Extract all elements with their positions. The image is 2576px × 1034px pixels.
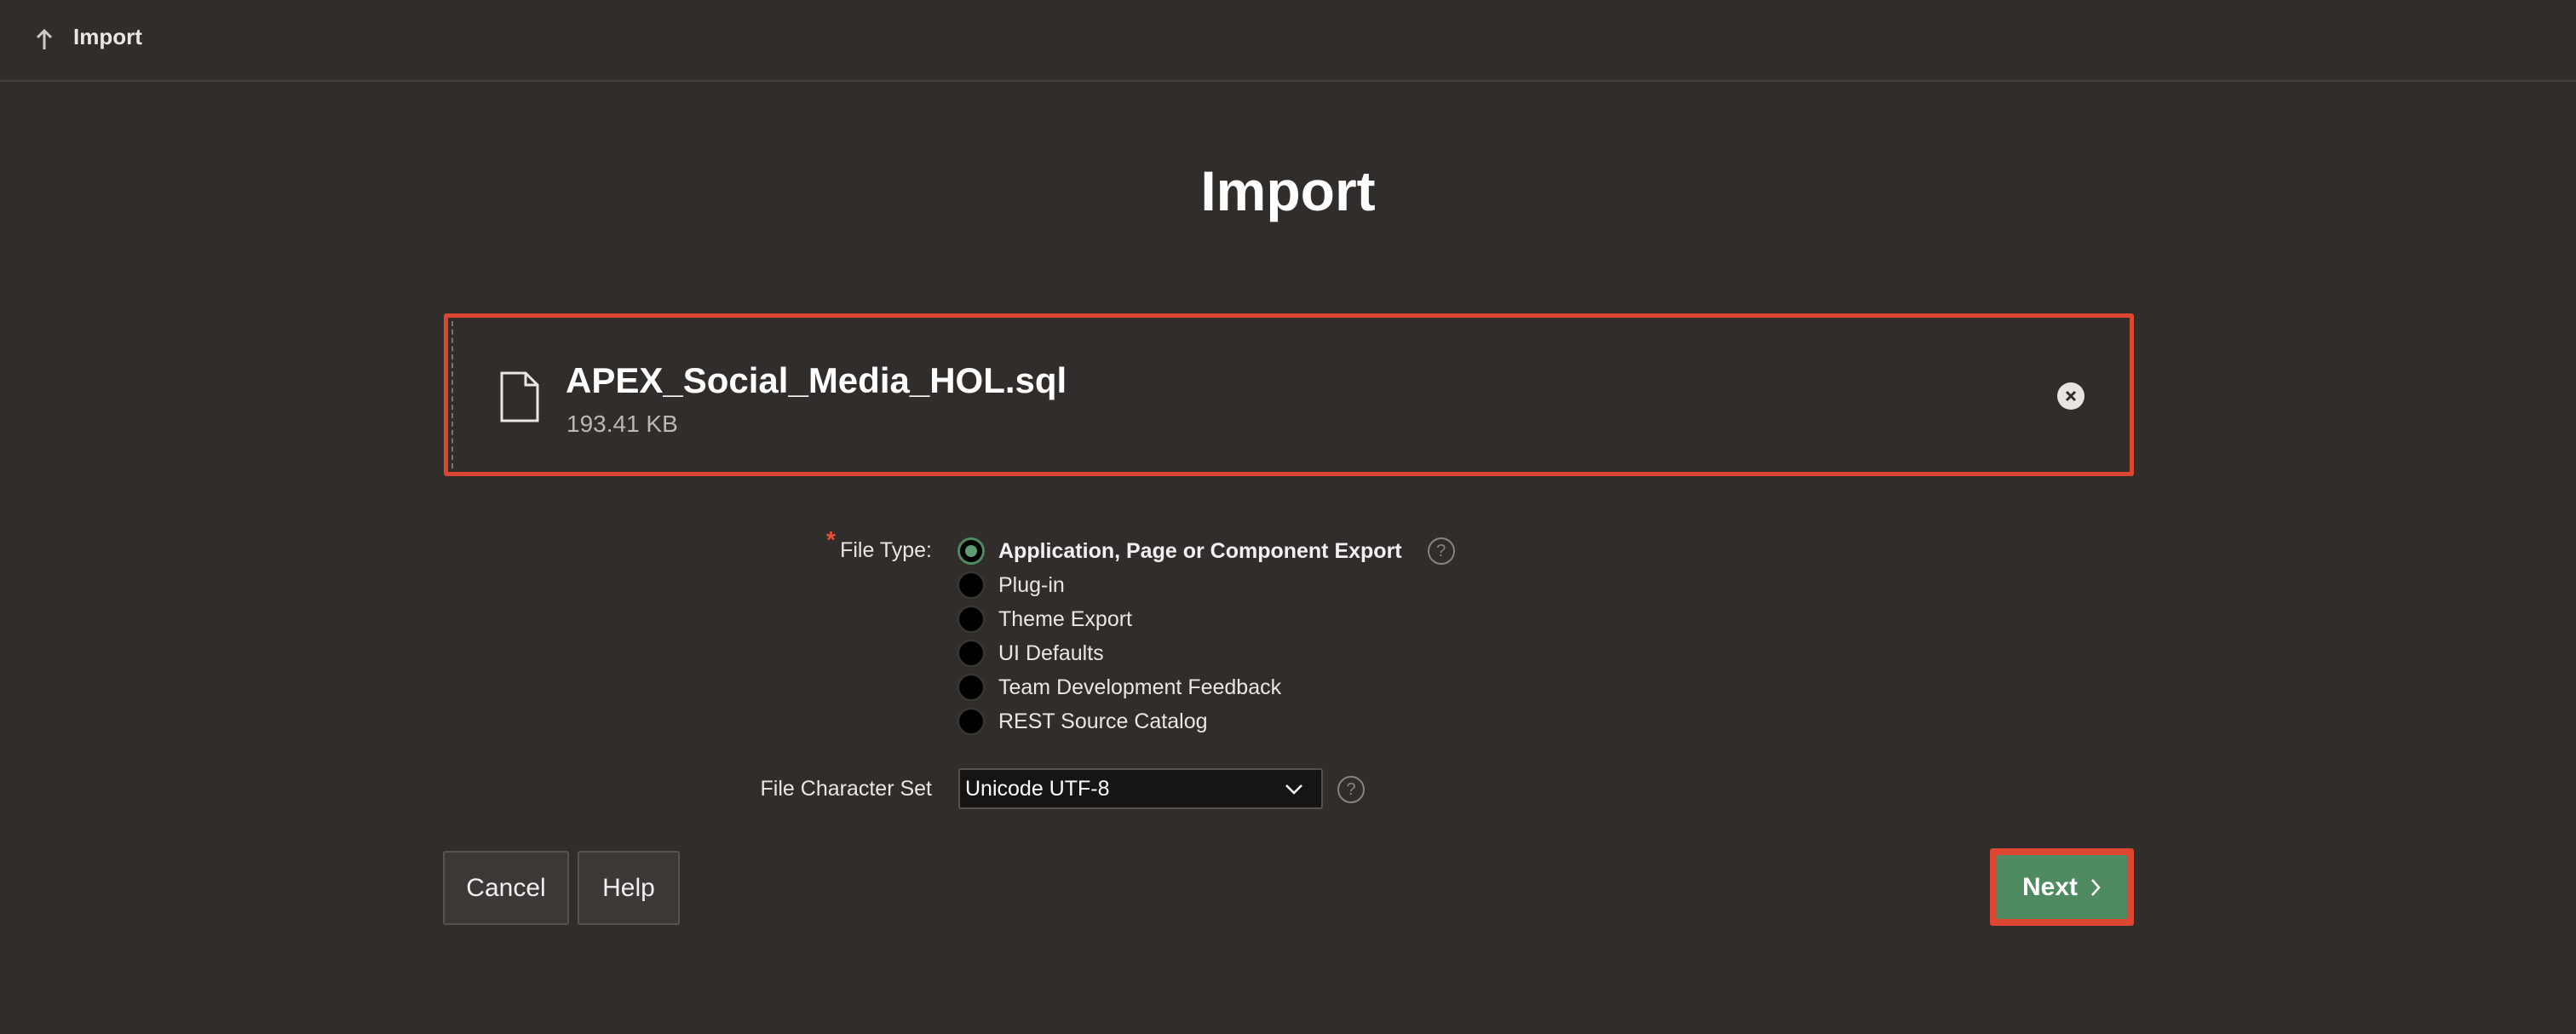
cancel-button[interactable]: Cancel <box>443 851 569 925</box>
radio-button[interactable] <box>957 708 985 735</box>
charset-select[interactable]: Unicode UTF-8 <box>958 768 1323 809</box>
help-button[interactable]: Help <box>578 851 680 925</box>
radio-label: Theme Export <box>998 606 1133 631</box>
remove-file-button[interactable] <box>2057 382 2084 410</box>
radio-button[interactable] <box>957 572 985 599</box>
chevron-right-icon <box>2091 878 2101 896</box>
close-circle-icon <box>2065 390 2077 402</box>
radio-option-plugin[interactable]: Plug-in <box>957 568 1065 602</box>
radio-label: Plug-in <box>998 572 1065 597</box>
file-icon <box>500 371 539 422</box>
radio-label: UI Defaults <box>998 641 1104 665</box>
radio-option-theme-export[interactable]: Theme Export <box>957 602 1132 636</box>
radio-option-team-development-feedback[interactable]: Team Development Feedback <box>957 670 1281 704</box>
charset-select-value: Unicode UTF-8 <box>965 776 1110 801</box>
radio-option-ui-defaults[interactable]: UI Defaults <box>957 636 1104 670</box>
charset-label: File Character Set <box>760 777 932 801</box>
radio-button-selected[interactable] <box>957 537 985 565</box>
file-drop-zone[interactable]: APEX_Social_Media_HOL.sql 193.41 KB <box>444 313 2134 476</box>
next-button[interactable]: Next <box>1997 855 2127 919</box>
file-size: 193.41 KB <box>566 411 678 437</box>
radio-button[interactable] <box>957 606 985 633</box>
top-bar: Import <box>0 0 2576 82</box>
file-name: APEX_Social_Media_HOL.sql <box>566 360 1067 400</box>
radio-label: Application, Page or Component Export <box>998 538 1402 563</box>
help-icon[interactable]: ? <box>1337 776 1365 803</box>
help-icon[interactable]: ? <box>1427 537 1455 565</box>
radio-label: REST Source Catalog <box>998 709 1208 733</box>
next-button-highlight: Next <box>1990 848 2134 926</box>
radio-button[interactable] <box>957 640 985 667</box>
page-title: Import <box>1200 159 1376 222</box>
file-type-label: File Type: <box>840 538 932 562</box>
radio-button[interactable] <box>957 674 985 701</box>
arrow-up-icon[interactable] <box>34 26 55 53</box>
drop-zone-dashed-edge <box>451 321 453 468</box>
chevron-down-icon <box>1285 784 1302 795</box>
radio-option-rest-source-catalog[interactable]: REST Source Catalog <box>957 704 1208 738</box>
breadcrumb-import[interactable]: Import <box>73 24 142 50</box>
radio-option-application-export[interactable]: Application, Page or Component Export ? <box>957 534 1455 568</box>
next-button-label: Next <box>2021 872 2079 901</box>
radio-label: Team Development Feedback <box>998 675 1282 699</box>
